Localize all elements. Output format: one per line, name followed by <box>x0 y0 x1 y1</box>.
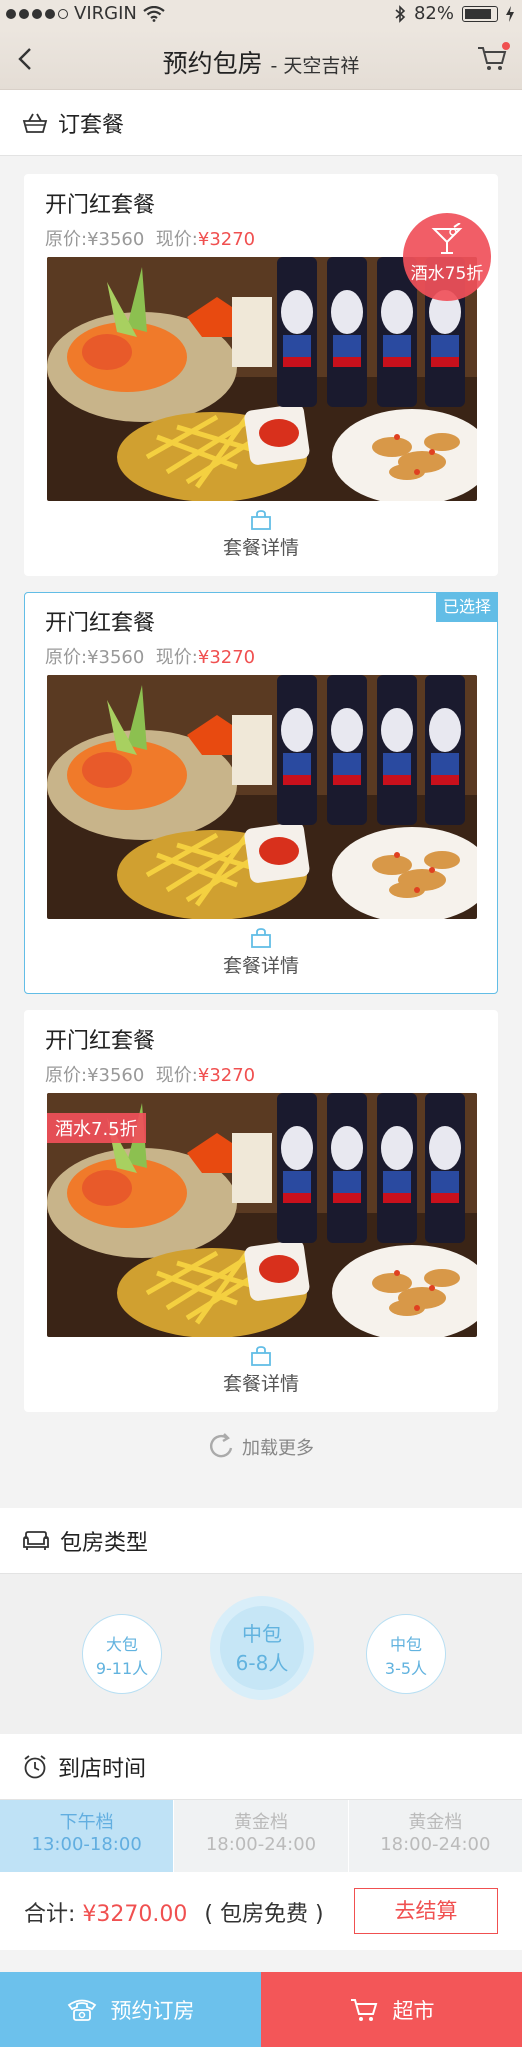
battery-icon <box>462 5 498 22</box>
package-photo <box>47 257 477 501</box>
slot-name: 黄金档 <box>408 1812 463 1833</box>
current-price-label: 现价: <box>155 1065 198 1086</box>
time-slot-afternoon[interactable]: 下午档 13:00-18:00 <box>0 1800 174 1872</box>
room-section-title: 包房类型 <box>60 1530 149 1556</box>
page-subtitle: - 天空吉祥 <box>270 55 360 77</box>
room-people: 9-11人 <box>95 1659 149 1678</box>
page-title-text: 预约包房 <box>162 49 263 78</box>
battery-percent: 82% <box>413 3 454 24</box>
time-section-header: 到店时间 <box>0 1734 522 1800</box>
supermarket-button[interactable]: 超市 <box>261 1972 522 2047</box>
package-price: 原价:¥3560 现价:¥3270 <box>45 1061 255 1087</box>
drink-discount-badge: 酒水7.5折 <box>47 1113 146 1143</box>
current-price: ¥3270 <box>197 647 256 668</box>
supermarket-label: 超市 <box>392 1998 435 2023</box>
current-price: ¥3270 <box>197 229 256 250</box>
refresh-icon <box>210 1433 233 1458</box>
cart-button[interactable] <box>476 42 510 76</box>
charging-icon <box>506 5 514 22</box>
total-label: 合计: <box>24 1902 76 1927</box>
package-card[interactable]: 开门红套餐 原价:¥3560 现价:¥3270 <box>24 174 498 576</box>
current-price-label: 现价: <box>155 647 198 668</box>
page-title: 预约包房 - 天空吉祥 <box>0 44 522 80</box>
drink-discount-badge: 酒水75折 <box>403 213 491 301</box>
room-people: 3-5人 <box>384 1659 428 1678</box>
package-name: 开门红套餐 <box>45 193 156 218</box>
current-price-label: 现价: <box>155 229 198 250</box>
package-name: 开门红套餐 <box>45 1029 156 1054</box>
alarm-clock-icon <box>24 1754 46 1778</box>
bottom-action-bar: 预约订房 超市 <box>0 1972 522 2047</box>
room-free-note: ( 包房免费 ) <box>204 1902 324 1927</box>
current-price: ¥3270 <box>197 1065 256 1086</box>
original-price-label: 原价: <box>45 647 88 668</box>
package-price: 原价:¥3560 现价:¥3270 <box>45 225 255 251</box>
package-detail-label: 套餐详情 <box>222 955 299 977</box>
package-price: 原价:¥3560 现价:¥3270 <box>45 643 255 669</box>
package-card[interactable]: 开门红套餐 原价:¥3560 现价:¥3270 <box>24 1010 498 1412</box>
selected-tag: 已选择 <box>436 592 498 622</box>
cocktail-glass-icon <box>431 223 463 254</box>
package-photo <box>47 675 477 919</box>
room-people: 6-8人 <box>235 1651 289 1675</box>
book-room-label: 预约订房 <box>110 1998 195 2023</box>
order-summary: 合计: ¥3270.00 ( 包房免费 ) 去结算 <box>0 1872 522 1950</box>
cart-notification-dot <box>502 42 510 50</box>
room-size: 中包 <box>389 1635 422 1654</box>
slot-name: 黄金档 <box>233 1812 288 1833</box>
room-type-selector: 大包 9-11人 中包 6-8人 中包 3-5人 <box>0 1574 522 1734</box>
load-more-button[interactable]: 加载更多 <box>0 1432 522 1462</box>
wifi-icon <box>143 5 165 22</box>
time-slot-golden-2[interactable]: 黄金档 18:00-24:00 <box>347 1800 522 1872</box>
original-price-label: 原价: <box>45 1065 88 1086</box>
carrier-label: VIRGIN <box>74 3 137 24</box>
total-line: 合计: ¥3270.00 ( 包房免费 ) <box>24 1896 324 1928</box>
package-section-header: 订套餐 <box>0 90 522 156</box>
slot-time: 13:00-18:00 <box>31 1834 142 1855</box>
original-price: ¥3560 <box>87 647 145 668</box>
slot-name: 下午档 <box>59 1812 114 1833</box>
nav-header: 预约包房 - 天空吉祥 <box>0 28 522 90</box>
total-amount: ¥3270.00 <box>82 1902 188 1927</box>
package-card[interactable]: 开门红套餐 原价:¥3560 现价:¥3270 <box>24 592 498 994</box>
room-option-large[interactable]: 大包 9-11人 <box>82 1614 162 1694</box>
original-price: ¥3560 <box>87 229 145 250</box>
package-name: 开门红套餐 <box>45 611 156 636</box>
time-slot-tabs: 下午档 13:00-18:00 黄金档 18:00-24:00 黄金档 18:0… <box>0 1800 522 1872</box>
package-detail-link[interactable]: 套餐详情 <box>25 927 497 978</box>
room-section-header: 包房类型 <box>0 1508 522 1574</box>
drink-discount-label: 酒水75折 <box>410 264 484 284</box>
bag-icon <box>251 510 271 530</box>
cart-icon <box>350 1998 377 2021</box>
bag-icon <box>251 1346 271 1366</box>
package-detail-link[interactable]: 套餐详情 <box>25 1345 497 1396</box>
package-photo: 酒水7.5折 <box>47 1093 477 1337</box>
room-option-medium-selected[interactable]: 中包 6-8人 <box>210 1596 314 1700</box>
slot-time: 18:00-24:00 <box>380 1834 491 1855</box>
slot-time: 18:00-24:00 <box>205 1834 317 1855</box>
bag-icon <box>251 928 271 948</box>
checkout-button[interactable]: 去结算 <box>354 1888 498 1934</box>
package-detail-label: 套餐详情 <box>222 1373 299 1395</box>
original-price: ¥3560 <box>87 1065 145 1086</box>
phone-icon <box>67 1999 96 2021</box>
book-room-button[interactable]: 预约订房 <box>0 1972 261 2047</box>
time-section-title: 到店时间 <box>58 1756 147 1782</box>
package-section-title: 订套餐 <box>58 112 125 138</box>
signal-icon <box>6 8 68 19</box>
room-option-medium[interactable]: 中包 3-5人 <box>366 1614 446 1694</box>
original-price-label: 原价: <box>45 229 88 250</box>
room-size: 中包 <box>242 1622 282 1646</box>
status-bar: VIRGIN 82% <box>0 0 522 28</box>
room-size: 大包 <box>105 1635 138 1654</box>
bluetooth-icon <box>395 4 406 23</box>
sofa-icon <box>23 1530 49 1550</box>
food-photo <box>47 675 477 919</box>
food-photo <box>47 257 477 501</box>
load-more-label: 加载更多 <box>242 1438 314 1459</box>
package-detail-link[interactable]: 套餐详情 <box>25 509 497 560</box>
time-slot-golden-1[interactable]: 黄金档 18:00-24:00 <box>173 1800 348 1872</box>
basket-icon <box>22 113 48 133</box>
package-detail-label: 套餐详情 <box>222 537 299 559</box>
